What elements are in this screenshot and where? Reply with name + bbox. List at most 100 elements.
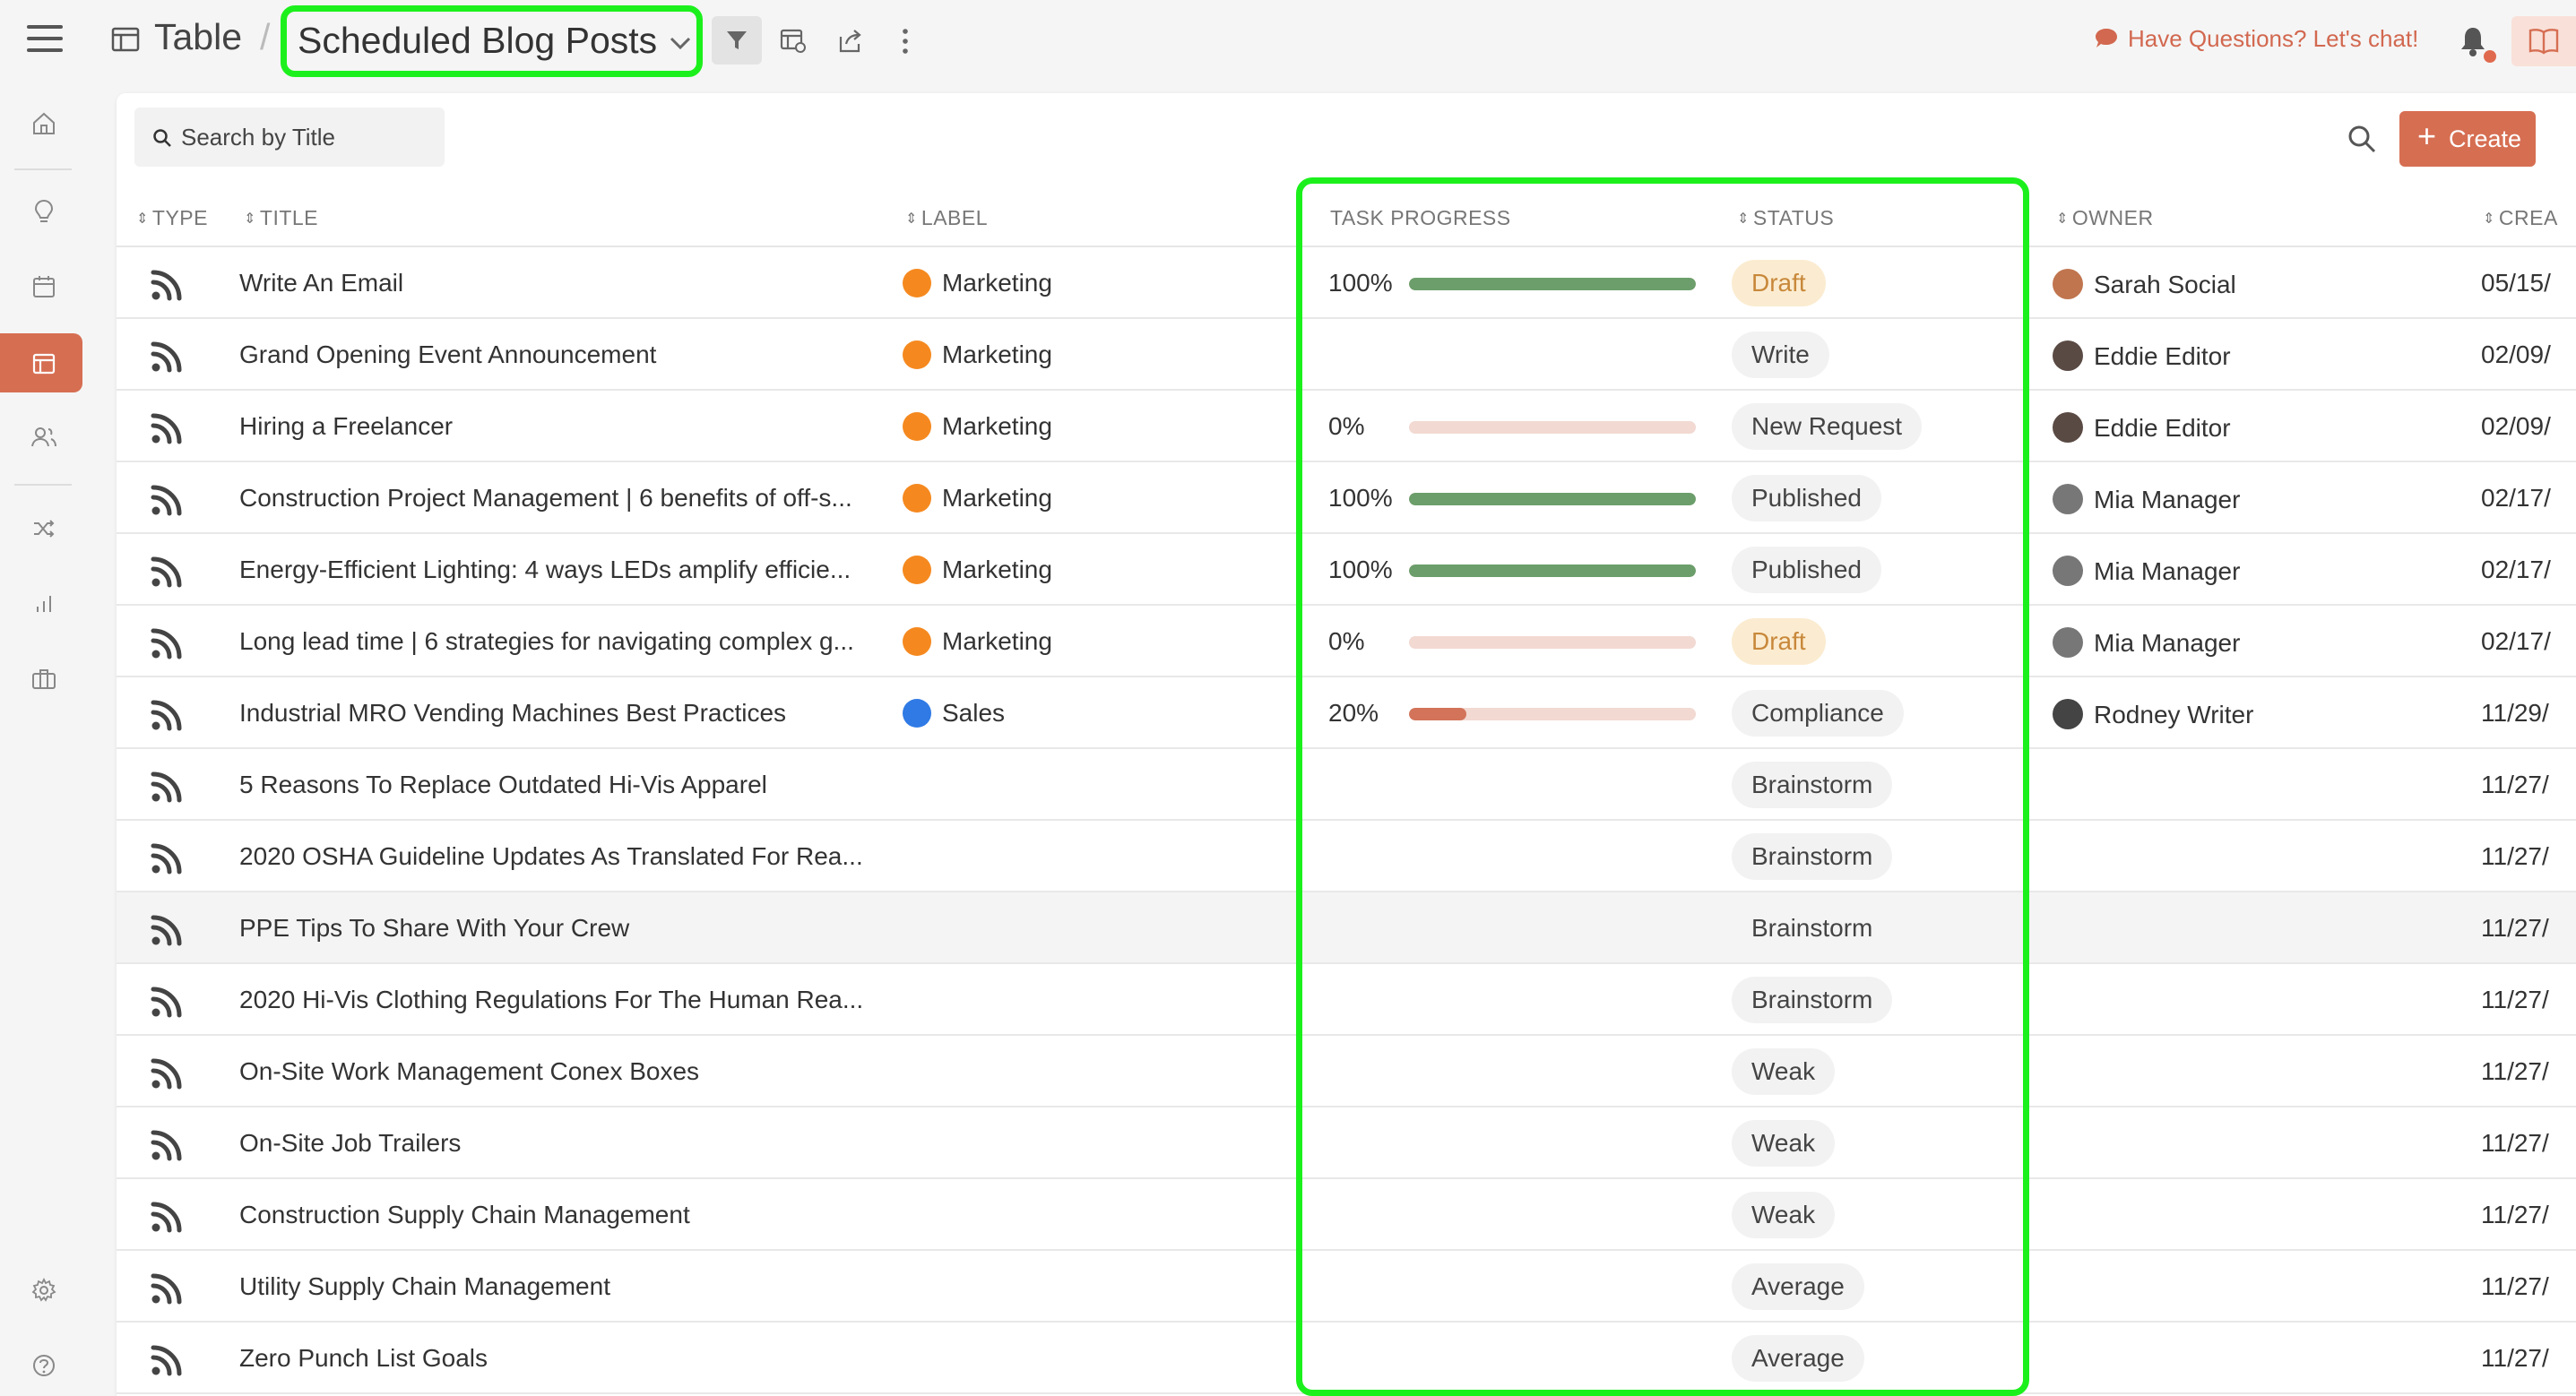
table-row[interactable]: On-Site Work Management Conex Boxes Weak 1… [117,1036,2576,1107]
row-title[interactable]: Grand Opening Event Announcement [239,340,867,369]
row-title[interactable]: Zero Punch List Goals [239,1344,867,1373]
chat-bubble-icon [2096,29,2117,47]
sidebar-item-help[interactable] [0,1335,88,1394]
status-badge[interactable]: Published [1732,475,1881,521]
row-title[interactable]: Industrial MRO Vending Machines Best Pra… [239,699,867,728]
table-row[interactable]: 5 Reasons To Replace Outdated Hi-Vis App… [117,749,2576,821]
filter-button[interactable] [712,16,762,65]
sidebar-item-workflows[interactable] [0,498,88,557]
status-badge[interactable]: Brainstorm [1732,905,1892,952]
row-owner: Eddie Editor [2094,342,2231,370]
progress-bar-fill [1409,493,1696,505]
sort-icon: ⇕ [136,211,149,227]
status-badge[interactable]: Weak [1732,1048,1836,1095]
status-badge[interactable]: Weak [1732,1192,1836,1238]
row-created-date: 11/29/ [2481,699,2549,727]
column-settings-button[interactable] [767,16,817,65]
table-row[interactable]: Hiring a Freelancer Marketing 0% New Reques… [117,391,2576,462]
chevron-down-icon [670,37,691,50]
more-vertical-icon [903,29,908,54]
table-row[interactable]: 2020 OSHA Guideline Updates As Translate… [117,821,2576,892]
sidebar-item-home[interactable] [0,93,88,152]
more-options-button[interactable] [887,16,923,65]
label-color-dot [903,627,931,656]
status-badge[interactable]: Published [1732,547,1881,593]
table-row[interactable]: Utility Supply Chain Management Average 11… [117,1251,2576,1323]
column-header-status[interactable]: ⇕ STATUS [1737,206,1834,230]
row-title[interactable]: Hiring a Freelancer [239,412,867,441]
sidebar-item-ideas[interactable] [0,181,88,240]
progress-percent: 0% [1328,627,1365,655]
status-badge[interactable]: Average [1732,1335,1864,1382]
chat-link[interactable]: Have Questions? Let's chat! [2128,25,2418,53]
row-title[interactable]: Construction Supply Chain Management [239,1201,867,1229]
sidebar-item-assets[interactable] [0,649,88,708]
avatar [2053,340,2083,371]
status-badge[interactable]: Weak [1732,1120,1836,1167]
table-row[interactable]: Long lead time | 6 strategies for naviga… [117,606,2576,677]
status-badge[interactable]: Write [1732,332,1829,378]
table-row[interactable]: Construction Supply Chain Management Weak… [117,1179,2576,1251]
progress-bar [1409,708,1696,720]
table-row[interactable]: Industrial MRO Vending Machines Best Pra… [117,677,2576,749]
share-button[interactable] [825,16,875,65]
row-title[interactable]: On-Site Work Management Conex Boxes [239,1057,867,1086]
table-row[interactable]: 2020 Hi-Vis Clothing Regulations For The… [117,964,2576,1036]
row-title[interactable]: Utility Supply Chain Management [239,1272,867,1301]
sidebar-item-calendar[interactable] [0,256,88,315]
book-icon [2528,29,2559,55]
column-header-task-progress[interactable]: TASK PROGRESS [1330,206,1511,230]
row-label: Marketing [942,412,1052,440]
sidebar-item-reports[interactable] [0,573,88,633]
status-badge[interactable]: Brainstorm [1732,977,1893,1023]
column-header-created[interactable]: ⇕ CREA [2483,206,2558,230]
breadcrumb-root[interactable]: Table [154,16,242,58]
status-badge[interactable]: New Request [1732,403,1923,450]
menu-icon[interactable] [27,25,63,56]
create-button-label: Create [2449,125,2522,152]
rss-feed-icon [151,1273,182,1305]
rss-feed-icon [151,1202,182,1233]
status-badge[interactable]: Brainstorm [1732,762,1893,808]
table-row[interactable]: PPE Tips To Share With Your Crew Brainsto… [117,892,2576,964]
view-selector[interactable]: Scheduled Blog Posts [281,5,703,77]
column-header-owner[interactable]: ⇕ OWNER [2056,206,2154,230]
row-label: Marketing [942,627,1052,655]
column-header-label[interactable]: ⇕ LABEL [905,206,988,230]
table-row[interactable]: Energy-Efficient Lighting: 4 ways LEDs a… [117,534,2576,606]
table-row[interactable]: Construction Project Management | 6 bene… [117,462,2576,534]
row-title[interactable]: 5 Reasons To Replace Outdated Hi-Vis App… [239,771,867,799]
row-title[interactable]: 2020 Hi-Vis Clothing Regulations For The… [239,986,867,1014]
row-title[interactable]: Energy-Efficient Lighting: 4 ways LEDs a… [239,556,867,584]
status-badge[interactable]: Brainstorm [1732,833,1893,880]
guide-button[interactable] [2511,16,2576,66]
rss-feed-icon [151,700,182,731]
search-input[interactable] [181,118,432,156]
status-badge[interactable]: Draft [1732,618,1826,665]
status-badge[interactable]: Draft [1732,260,1826,306]
table-row[interactable]: On-Site Job Trailers Weak 11/27/ [117,1107,2576,1179]
sidebar-item-team[interactable] [0,407,88,466]
column-header-type[interactable]: ⇕ TYPE [136,206,208,230]
progress-percent: 20% [1328,699,1379,727]
table-row[interactable]: Write An Email Marketing 100% Draft Sarah So… [117,247,2576,319]
sidebar-item-settings[interactable] [0,1260,88,1319]
row-title[interactable]: Long lead time | 6 strategies for naviga… [239,627,867,656]
status-badge[interactable]: Compliance [1732,690,1904,737]
sidebar-item-table[interactable] [0,333,82,392]
row-title[interactable]: Construction Project Management | 6 bene… [239,484,867,513]
create-button[interactable]: + Create [2399,111,2536,167]
column-header-title[interactable]: ⇕ TITLE [244,206,318,230]
table-row[interactable]: Zero Punch List Goals Average 11/27/ [117,1323,2576,1394]
row-label: Marketing [942,556,1052,583]
search-box[interactable] [134,108,445,167]
row-title[interactable]: PPE Tips To Share With Your Crew [239,914,867,943]
sidebar-divider [14,168,72,170]
search-icon[interactable] [2347,124,2377,154]
row-title[interactable]: On-Site Job Trailers [239,1129,867,1158]
row-label: Marketing [942,484,1052,512]
table-row[interactable]: Grand Opening Event Announcement Marketin… [117,319,2576,391]
row-title[interactable]: 2020 OSHA Guideline Updates As Translate… [239,842,867,871]
row-title[interactable]: Write An Email [239,269,867,297]
status-badge[interactable]: Average [1732,1263,1864,1310]
